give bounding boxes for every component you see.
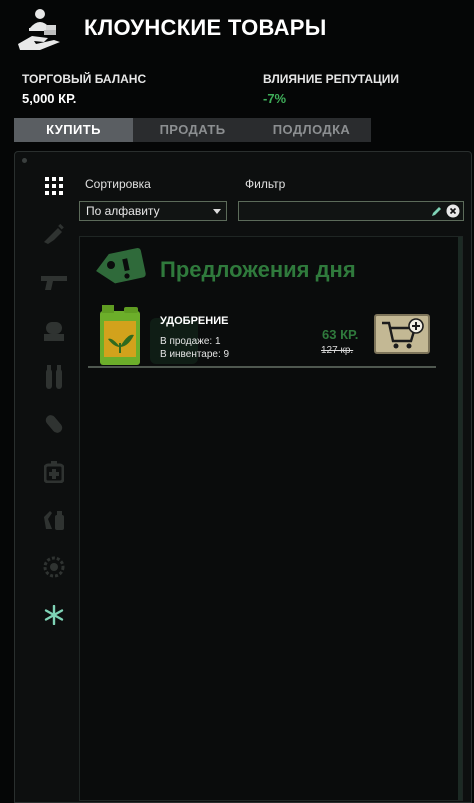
sort-dropdown[interactable]: По алфавиту <box>79 201 227 221</box>
price-tag-icon <box>96 248 146 284</box>
diving-helmet-icon[interactable] <box>40 317 68 345</box>
snowflake-icon[interactable] <box>40 601 68 629</box>
medkit-icon[interactable] <box>40 458 68 486</box>
original-price: 127 кр. <box>321 345 354 356</box>
filter-label: Фильтр <box>245 177 286 191</box>
add-to-cart-button[interactable] <box>374 314 430 354</box>
product-name: УДОБРЕНИЕ <box>160 315 229 327</box>
deals-title: Предложения дня <box>160 257 356 282</box>
page-title: КЛОУНСКИЕ ТОВАРЫ <box>84 15 327 40</box>
store-tabs: КУПИТЬ ПРОДАТЬ ПОДЛОДКА <box>14 118 371 142</box>
grid-icon[interactable] <box>40 172 68 200</box>
pencil-icon[interactable] <box>431 205 443 217</box>
sort-label: Сортировка <box>85 177 151 191</box>
reputation-value: -7% <box>263 91 287 106</box>
gun-icon[interactable] <box>40 268 68 296</box>
tab-buy[interactable]: КУПИТЬ <box>14 118 133 142</box>
balance-value: 5,000 КР. <box>22 91 77 106</box>
row-divider <box>88 366 436 368</box>
gear-icon[interactable] <box>40 553 68 581</box>
syringe-icon[interactable] <box>40 220 68 248</box>
chemicals-icon[interactable] <box>40 506 68 534</box>
fertilizer-canister-icon <box>100 305 140 365</box>
ammo-icon[interactable] <box>40 363 68 391</box>
sort-dropdown-value: По алфавиту <box>86 204 160 218</box>
pill-icon[interactable] <box>40 410 68 438</box>
filter-input[interactable] <box>238 201 464 221</box>
cart-add-icon <box>382 318 424 349</box>
tab-sell[interactable]: ПРОДАТЬ <box>133 118 252 142</box>
chevron-down-icon <box>213 209 221 214</box>
panel-corner-dot <box>22 158 27 163</box>
tab-submarine[interactable]: ПОДЛОДКА <box>252 118 371 142</box>
reputation-label: ВЛИЯНИЕ РЕПУТАЦИИ <box>263 72 400 86</box>
balance-label: ТОРГОВЫЙ БАЛАНС <box>22 72 147 86</box>
discount-price: 63 КР. <box>322 327 359 342</box>
for-sale-count: В продаже: 1 <box>160 336 221 347</box>
scrollbar[interactable] <box>458 237 462 800</box>
clear-icon[interactable] <box>446 204 460 218</box>
filter-input-value <box>239 204 245 218</box>
inventory-count: В инвентаре: 9 <box>160 349 230 360</box>
merchant-header: КЛОУНСКИЕ ТОВАРЫ <box>0 0 474 60</box>
merchant-icon <box>18 9 60 50</box>
